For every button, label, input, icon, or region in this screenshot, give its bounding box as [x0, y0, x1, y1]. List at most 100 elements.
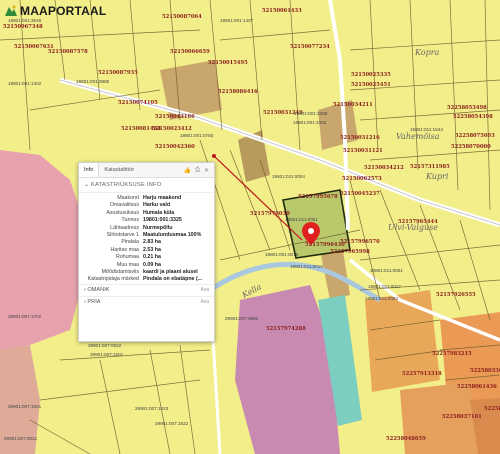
cadastral-code-label: 29901:007:1023 — [135, 406, 169, 411]
cadastral-code-label: 19801:001:3548 — [8, 18, 42, 23]
section-pria[interactable]: › PRIA Ava — [79, 295, 214, 308]
parcel-number-label: 52150034212 — [364, 165, 404, 171]
cadastral-code-label: 19801:001:1407 — [220, 18, 254, 23]
cadastral-code-label: 19801:011:0051 — [285, 217, 318, 222]
parcel-number-label: 52157926555 — [436, 292, 476, 298]
parcel-number-label: 52258033663 — [470, 368, 500, 374]
parcel-number-label: 52150023412 — [152, 126, 192, 132]
place-name-label: Vahemõisa — [396, 132, 440, 141]
place-name-label: Ulvi-Valguse — [388, 223, 438, 232]
parcel-number-label: 52150031121 — [343, 148, 383, 154]
cadastral-code-label: 29901:007:1622 — [155, 421, 189, 426]
tab-info[interactable]: Info — [79, 163, 100, 177]
info-value: kaardi ja plaani alusel — [143, 269, 198, 276]
info-rows: Maakond Harju maakond Omavalitsus Harku va… — [79, 193, 214, 284]
cadastral-code-label: 19801:011:0001 — [370, 268, 403, 273]
popup-tabs: Info Katastaltöör 👍 ⎙ ✕ — [79, 163, 214, 178]
parcel-number-label: 52150067348 — [3, 24, 43, 30]
cadastral-code-label: 19801:001:0075 — [265, 252, 299, 257]
parcel-number-label: 52150034211 — [333, 102, 373, 108]
cadastral-code-label: 29901:007:1601 — [8, 404, 42, 409]
parcel-number-label: 52258070000 — [451, 144, 491, 150]
parcel-number-label: 52258037101 — [442, 414, 482, 420]
info-value: 0.21 ha — [143, 254, 161, 261]
parcel-number-label: 52157995678 — [298, 194, 338, 200]
info-label: Haritav maa — [110, 246, 139, 253]
cadastral-code-label: 19801:001:1402 — [8, 81, 42, 86]
cadastral-code-label: 29901:007:1601 — [90, 352, 124, 357]
parcel-number-label: 52150077234 — [290, 44, 330, 50]
info-popup: Info Katastaltöör 👍 ⎙ ✕ ⌄ KATASTRIÜKSUSE… — [78, 162, 215, 342]
omanik-label: OMANIK — [87, 287, 110, 294]
cadastral-code-label: 19801:001:3308 — [294, 111, 328, 116]
omanik-open-link[interactable]: Ava — [200, 287, 209, 293]
cadastral-code-label: 29901:007:0922 — [88, 343, 122, 348]
section-title: KATASTRIÜKSUSE INFO — [90, 182, 162, 188]
info-row: Maakond Harju maakond — [83, 195, 210, 202]
print-icon[interactable]: ⎙ — [195, 167, 200, 174]
parcel-number-label: 52150087578 — [48, 49, 88, 55]
info-value: Humala küla — [143, 209, 175, 216]
info-value: Harju maakond — [143, 195, 182, 201]
info-label: Omavalitsus — [109, 202, 139, 209]
cadastral-code-label: 19801:011:0003 — [365, 296, 398, 301]
info-value: 0.09 ha — [143, 261, 161, 268]
info-label: Rohumaa — [116, 254, 139, 261]
close-icon[interactable]: ✕ — [204, 167, 209, 174]
parcel-number-label: 52150061433 — [262, 8, 302, 14]
parcel-number-label: 52150031216 — [340, 135, 380, 141]
cadastral-code-label: 19801:001:3302 — [293, 120, 327, 125]
parcel-number-label: 52257913318 — [402, 371, 442, 377]
info-label: Tunnus — [121, 217, 139, 224]
info-row: Tunnus 19801:001:3325 — [83, 217, 210, 224]
parcel-number-label: 52158086416 — [218, 89, 258, 95]
tab-katastaltoor[interactable]: Katastaltöör — [99, 163, 139, 177]
place-name-label: Kupri — [425, 172, 449, 181]
logo-text: MAAPORTAAL — [20, 4, 107, 18]
info-value: 2.83 ha — [143, 239, 161, 246]
parcel-number-label: 52150066659 — [170, 49, 210, 55]
info-row: Sihtotstarve 1 Maatulundusmaa 100% — [83, 232, 210, 239]
pink-zone-left — [0, 150, 80, 350]
info-row: Lähiaadress Nurmepõllu — [83, 225, 210, 232]
info-value: 2.53 ha — [143, 246, 161, 253]
cadastral-code-label: 19801:001:0783 — [180, 133, 214, 138]
info-label: Asustusüksus — [106, 209, 139, 216]
info-value: Harku vald — [143, 202, 171, 209]
cadastral-code-label: 29901:007:1702 — [8, 314, 42, 319]
cadastral-code-label: 19801:011:0017 — [368, 284, 401, 289]
maaportaal-logo[interactable]: MAAPORTAAL — [4, 4, 106, 18]
info-row: Pindala 2.83 ha — [83, 239, 210, 246]
cadastral-code-label: 29901:007:0021 — [4, 436, 38, 441]
info-label: Lähiaadress — [110, 224, 139, 231]
thumbs-up-icon[interactable]: 👍 — [184, 167, 191, 174]
cadastral-code-label: 29901:007:0860 — [225, 316, 259, 321]
section-katastriuksuse-info[interactable]: ⌄ KATASTRIÜKSUSE INFO — [79, 178, 214, 193]
section-omanik[interactable]: › OMANIK Ava — [79, 283, 214, 296]
parcel-number-label: 52150025335 — [351, 72, 391, 78]
info-row: Rohumaa 0.21 ha — [83, 254, 210, 261]
parcel-number-label: 52157311985 — [410, 164, 450, 170]
parcel-number-label: 52258075093 — [455, 133, 495, 139]
pria-label: PRIA — [87, 299, 101, 306]
parcel-number-label: 52150074105 — [118, 100, 158, 106]
parcel-number-label: 52150025451 — [351, 82, 391, 88]
connector-dot — [212, 154, 216, 158]
pria-open-link[interactable]: Ava — [200, 299, 209, 305]
parcel-number-label: 52258053498 — [447, 105, 487, 111]
info-row: Asustusüksus Humala küla — [83, 210, 210, 217]
info-label: Mõõdistamisviis — [101, 269, 139, 276]
cadastral-map[interactable]: 5215006734852150067631521500875785215008… — [0, 0, 500, 454]
info-row: Muu maa 0.09 ha — [83, 262, 210, 269]
parcel-number-label: 52258051458 — [484, 406, 500, 412]
info-label: Katastripidaja märked — [87, 276, 139, 283]
info-value: Nurmepõllu — [143, 224, 173, 231]
parcel-number-label: 52257983215 — [432, 351, 472, 357]
info-value: Pindala on ebatäpne (... — [143, 276, 203, 283]
cadastral-code-label: 19801:011:0015 — [290, 264, 323, 269]
cadastral-code-label: 19801:001:0985 — [76, 79, 110, 84]
parcel-number-label: 52150042360 — [155, 144, 195, 150]
parcel-number-label: 52150015495 — [208, 60, 248, 66]
info-row: Mõõdistamisviis kaardi ja plaani alusel — [83, 269, 210, 276]
parcel-number-label: 52150087935 — [98, 70, 138, 76]
